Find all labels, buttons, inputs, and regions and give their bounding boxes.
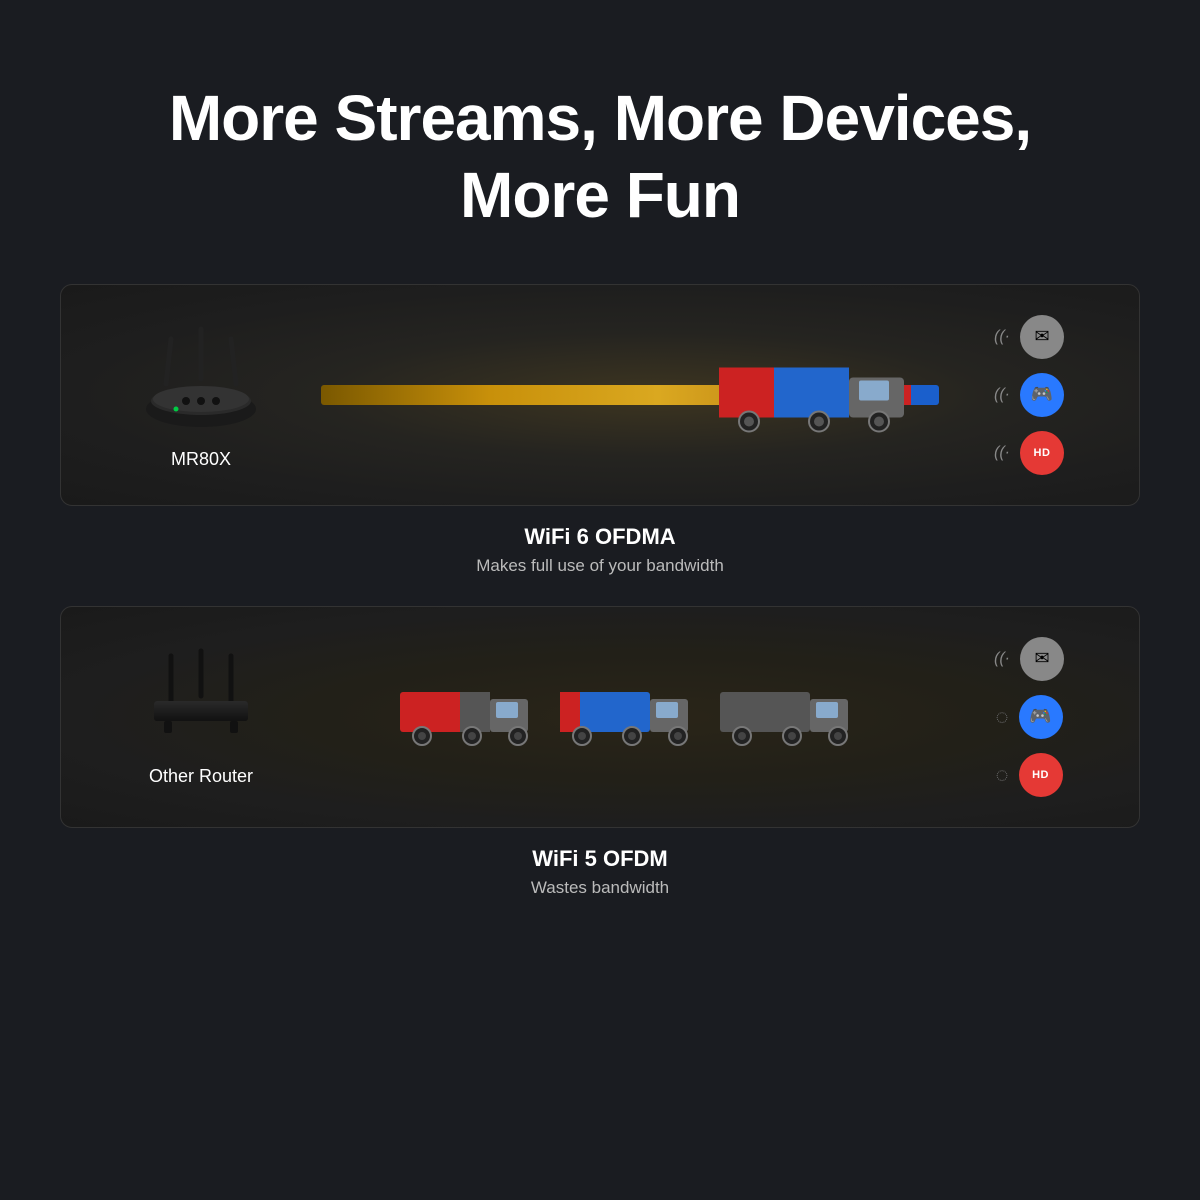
mr80x-panel-desc: WiFi 6 OFDMA Makes full use of your band… [476, 524, 724, 576]
other-router-content [301, 677, 959, 757]
wifi6-title: WiFi 6 OFDMA [476, 524, 724, 550]
comparison-section: MR80X [0, 284, 1200, 928]
other-router-image [146, 646, 256, 756]
other-gaming-device-icon: 🎮 [1019, 695, 1063, 739]
page-title: More Streams, More Devices,More Fun [169, 80, 1031, 234]
panel-other-router: Other Router [0, 606, 1200, 908]
wifi6-subtitle: Makes full use of your bandwidth [476, 556, 724, 576]
other-email-device-icon: ✉ [1020, 637, 1064, 681]
other-router-panel-desc: WiFi 5 OFDM Wastes bandwidth [531, 846, 669, 898]
panel-top-row: MR80X [60, 284, 1140, 506]
other-wifi-signal-email: ((· [994, 650, 1010, 668]
email-device-icon: ✉ [1020, 315, 1064, 359]
mr80x-router-area: MR80X [101, 319, 301, 470]
mr80x-router-image [136, 319, 266, 439]
gaming-device-icon: 🎮 [1020, 373, 1064, 417]
wifi5-subtitle: Wastes bandwidth [531, 878, 669, 898]
mr80x-truck-icon [719, 347, 919, 437]
other-hd-row: ◌ HD [995, 753, 1062, 797]
wifi5-title: WiFi 5 OFDM [531, 846, 669, 872]
mr80x-content [301, 345, 959, 445]
other-truck-2 [560, 677, 700, 757]
wifi-signal-email-icon: ((· [994, 328, 1010, 346]
hd-badge: HD [1029, 445, 1056, 461]
other-email-row: ((· ✉ [994, 637, 1064, 681]
mr80x-label: MR80X [171, 449, 231, 470]
mr80x-email-row: ((· ✉ [994, 315, 1064, 359]
other-router-icons: ((· ✉ ◌ 🎮 ◌ HD [959, 637, 1099, 797]
spinner-gaming-icon: ◌ [995, 704, 1008, 730]
other-hd-device-icon: HD [1019, 753, 1063, 797]
mr80x-icons: ((· ✉ ((· 🎮 ((· HD [959, 315, 1099, 475]
trucks-row [400, 677, 860, 757]
other-truck-3 [720, 677, 860, 757]
wifi-signal-hd-icon: ((· [994, 444, 1010, 462]
other-truck-1 [400, 677, 540, 757]
spinner-hd-icon: ◌ [995, 762, 1008, 788]
wifi-signal-gaming-icon: ((· [994, 386, 1010, 404]
mr80x-hd-row: ((· HD [994, 431, 1064, 475]
hd-device-icon: HD [1020, 431, 1064, 475]
panel-bottom-row: Other Router [60, 606, 1140, 828]
other-router-label: Other Router [149, 766, 253, 787]
mr80x-gaming-row: ((· 🎮 [994, 373, 1064, 417]
panel-mr80x: MR80X [0, 284, 1200, 586]
other-router-area: Other Router [101, 646, 301, 787]
other-hd-badge: HD [1027, 767, 1054, 783]
other-gaming-row: ◌ 🎮 [995, 695, 1062, 739]
